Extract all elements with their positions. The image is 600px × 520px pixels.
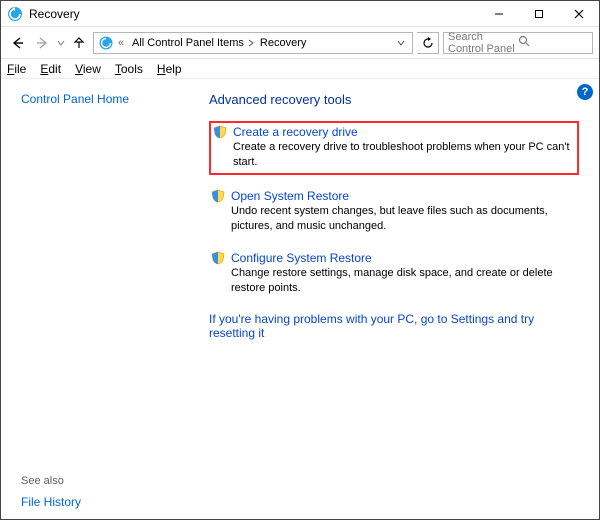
chevron-left-icon: « — [118, 37, 128, 49]
breadcrumb-recovery[interactable]: Recovery — [260, 37, 306, 49]
menu-help[interactable]: Help — [157, 62, 182, 76]
search-input[interactable]: Search Control Panel — [443, 32, 593, 54]
chevron-right-icon — [246, 39, 256, 47]
sidebar: Control Panel Home See also File History — [1, 80, 195, 519]
forward-button[interactable] — [31, 32, 53, 54]
search-placeholder: Search Control Panel — [448, 31, 518, 55]
up-button[interactable] — [69, 32, 89, 54]
tool-description: Undo recent system changes, but leave fi… — [231, 204, 585, 234]
navigation-row: « All Control Panel Items Recovery Searc… — [1, 27, 599, 59]
open-system-restore-link[interactable]: Open System Restore — [231, 189, 349, 203]
close-button[interactable] — [559, 1, 599, 27]
see-also-heading: See also — [21, 475, 185, 487]
file-history-link[interactable]: File History — [21, 495, 185, 509]
tool-description: Create a recovery drive to troubleshoot … — [233, 140, 575, 170]
breadcrumb-all-items[interactable]: All Control Panel Items — [132, 37, 256, 49]
tool-open-system-restore: Open System Restore Undo recent system c… — [209, 187, 589, 238]
minimize-button[interactable] — [479, 1, 519, 27]
refresh-button[interactable] — [417, 32, 439, 54]
shield-icon — [211, 189, 225, 203]
address-bar[interactable]: « All Control Panel Items Recovery — [93, 32, 413, 54]
content-area: Control Panel Home See also File History… — [1, 80, 599, 519]
tool-create-recovery-drive: Create a recovery drive Create a recover… — [209, 121, 579, 175]
recovery-path-icon — [98, 35, 114, 51]
reset-pc-link[interactable]: If you're having problems with your PC, … — [209, 312, 579, 340]
recent-locations-dropdown[interactable] — [55, 32, 67, 54]
page-heading: Advanced recovery tools — [209, 92, 589, 107]
control-panel-home-link[interactable]: Control Panel Home — [21, 92, 185, 106]
search-icon — [518, 35, 588, 50]
menu-edit[interactable]: Edit — [40, 62, 61, 76]
create-recovery-drive-link[interactable]: Create a recovery drive — [233, 125, 358, 139]
tool-description: Change restore settings, manage disk spa… — [231, 266, 585, 296]
back-button[interactable] — [7, 32, 29, 54]
title-bar: Recovery — [1, 1, 599, 27]
menu-tools[interactable]: Tools — [115, 62, 143, 76]
window-title: Recovery — [29, 7, 479, 21]
configure-system-restore-link[interactable]: Configure System Restore — [231, 251, 372, 265]
tool-configure-system-restore: Configure System Restore Change restore … — [209, 249, 589, 300]
address-dropdown[interactable] — [394, 39, 408, 47]
shield-icon — [211, 251, 225, 265]
breadcrumb-label: Recovery — [260, 37, 306, 49]
menu-view[interactable]: View — [75, 62, 101, 76]
menu-bar: File Edit View Tools Help — [1, 59, 599, 79]
maximize-button[interactable] — [519, 1, 559, 27]
recovery-app-icon — [7, 6, 23, 22]
menu-file[interactable]: File — [7, 62, 26, 76]
help-icon[interactable]: ? — [577, 84, 593, 100]
main-panel: ? Advanced recovery tools Create a recov… — [195, 80, 599, 519]
shield-icon — [213, 125, 227, 139]
breadcrumb-label: All Control Panel Items — [132, 37, 244, 49]
